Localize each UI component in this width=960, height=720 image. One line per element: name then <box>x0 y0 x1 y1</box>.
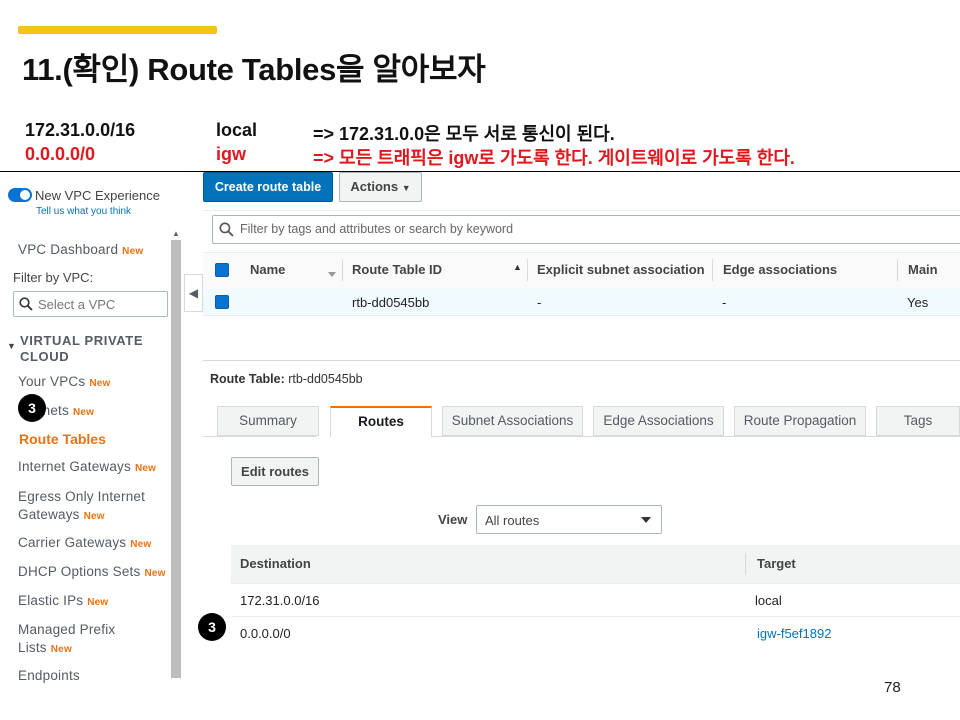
new-badge: New <box>72 407 95 418</box>
step-marker-sidebar: 3 <box>18 394 46 422</box>
route-target-igw-link[interactable]: igw-f5ef1892 <box>757 626 831 641</box>
row-main: Yes <box>907 295 929 310</box>
search-icon <box>219 222 234 237</box>
route-destination-default: 0.0.0.0/0 <box>240 626 291 641</box>
col-header-destination[interactable]: Destination <box>240 556 311 571</box>
route-destination-local: 172.31.0.0/16 <box>240 593 320 608</box>
sidebar-item-carrier-gateways[interactable]: Carrier Gateways New <box>18 535 151 550</box>
col-header-target[interactable]: Target <box>757 556 796 571</box>
sidebar-item-internet-gateways[interactable]: Internet Gateways New <box>18 459 156 474</box>
feedback-link[interactable]: Tell us what you think <box>36 206 131 217</box>
title-accent-bar <box>18 26 217 34</box>
edit-routes-button[interactable]: Edit routes <box>231 457 319 486</box>
column-divider <box>712 259 713 281</box>
table-row[interactable] <box>203 289 960 316</box>
new-badge: New <box>89 378 111 389</box>
new-badge: New <box>134 463 157 474</box>
sidebar-item-managed-prefix-lists[interactable]: Managed Prefix Lists New <box>18 621 115 659</box>
new-vpc-label: New VPC Experience <box>35 188 160 203</box>
routes-table-header <box>231 545 960 584</box>
sidebar-scrollbar[interactable] <box>171 240 181 678</box>
new-badge: New <box>130 539 152 550</box>
view-label: View <box>438 512 468 527</box>
vpc-select[interactable]: Select a VPC <box>13 291 168 317</box>
step-marker-route: 3 <box>198 613 226 641</box>
col-header-main[interactable]: Main <box>908 262 938 277</box>
scroll-up-icon[interactable]: ▲ <box>171 229 181 239</box>
sidebar-item-dashboard[interactable]: VPC Dashboard New <box>18 242 143 257</box>
actions-button[interactable]: Actions ▼ <box>339 172 422 202</box>
note-cidr-igw: 0.0.0.0/0 <box>25 144 96 164</box>
route-target-local: local <box>755 593 782 608</box>
detail-title: Route Table: rtb-dd0545bb <box>210 372 363 386</box>
view-select[interactable]: All routes <box>476 505 662 534</box>
dropdown-arrow-icon <box>641 517 651 523</box>
row-checkbox[interactable] <box>215 295 229 309</box>
view-select-value: All routes <box>485 513 540 528</box>
col-header-route-table-id[interactable]: Route Table ID <box>352 262 442 277</box>
sidebar-item-your-vpcs[interactable]: Your VPCs New <box>18 374 111 389</box>
select-all-checkbox[interactable] <box>215 263 229 277</box>
sort-icon[interactable] <box>328 266 336 284</box>
sidebar-section-vpc[interactable]: VIRTUAL PRIVATE CLOUD <box>20 333 170 365</box>
sidebar-item-route-tables[interactable]: Route Tables <box>19 431 106 447</box>
row-edge-associations: - <box>722 295 727 310</box>
sidebar-item-dhcp-options[interactable]: DHCP Options Sets New <box>18 564 166 579</box>
chevron-down-icon: ▼ <box>401 183 411 193</box>
col-header-name[interactable]: Name <box>250 262 285 277</box>
toolbar-divider <box>203 210 960 211</box>
col-header-edge-associations[interactable]: Edge associations <box>723 262 837 277</box>
collapse-sidebar-icon[interactable]: ◀ <box>184 274 203 312</box>
filter-by-vpc-label: Filter by VPC: <box>13 270 94 285</box>
note-target-local: local <box>216 120 258 140</box>
tabs-baseline <box>432 436 960 437</box>
caret-down-icon[interactable]: ▼ <box>7 341 16 351</box>
column-divider <box>342 259 343 281</box>
new-badge: New <box>144 568 166 579</box>
row-explicit-subnet: - <box>537 295 542 310</box>
tab-summary[interactable]: Summary <box>217 406 319 436</box>
new-badge: New <box>87 597 109 608</box>
note-cidr-local: 172.31.0.0/16 <box>25 120 136 140</box>
tab-subnet-associations[interactable]: Subnet Associations <box>442 406 583 436</box>
header-divider <box>0 171 960 172</box>
note-target-igw: igw <box>216 144 246 164</box>
tab-edge-associations[interactable]: Edge Associations <box>593 406 724 436</box>
pane-divider[interactable] <box>203 360 960 361</box>
sidebar-item-elastic-ips[interactable]: Elastic IPs New <box>18 593 108 608</box>
note-desc-igw: => 모든 트래픽은 igw로 가도록 한다. 게이트웨이로 가도록 한다. <box>313 148 795 168</box>
sort-ascending-icon[interactable]: ▲ <box>513 262 522 272</box>
tabs-baseline <box>203 436 316 437</box>
sidebar-item-egress-gateways[interactable]: Egress Only Internet Gateways New <box>18 488 145 526</box>
row-divider <box>231 616 960 617</box>
new-badge: New <box>50 644 72 655</box>
note-desc-local: => 172.31.0.0은 모두 서로 통신이 된다. <box>313 124 615 144</box>
new-vpc-toggle[interactable] <box>8 188 32 202</box>
column-divider <box>527 259 528 281</box>
sidebar-item-endpoints[interactable]: Endpoints <box>18 668 80 683</box>
tab-routes[interactable]: Routes <box>330 406 432 437</box>
search-placeholder: Filter by tags and attributes or search … <box>240 222 514 236</box>
tab-tags[interactable]: Tags <box>876 406 960 436</box>
slide-title: 11.(확인) Route Tables을 알아보자 <box>22 52 486 87</box>
search-icon <box>19 297 33 311</box>
column-divider <box>897 259 898 281</box>
page-number: 78 <box>884 679 901 696</box>
new-badge: New <box>83 511 105 522</box>
tab-route-propagation[interactable]: Route Propagation <box>734 406 866 436</box>
row-route-table-id: rtb-dd0545bb <box>352 295 430 310</box>
create-route-table-button[interactable]: Create route table <box>203 172 333 202</box>
column-divider <box>745 553 746 575</box>
vpc-select-placeholder: Select a VPC <box>38 297 116 312</box>
col-header-explicit-subnet[interactable]: Explicit subnet association <box>537 262 705 277</box>
new-badge: New <box>122 246 144 257</box>
